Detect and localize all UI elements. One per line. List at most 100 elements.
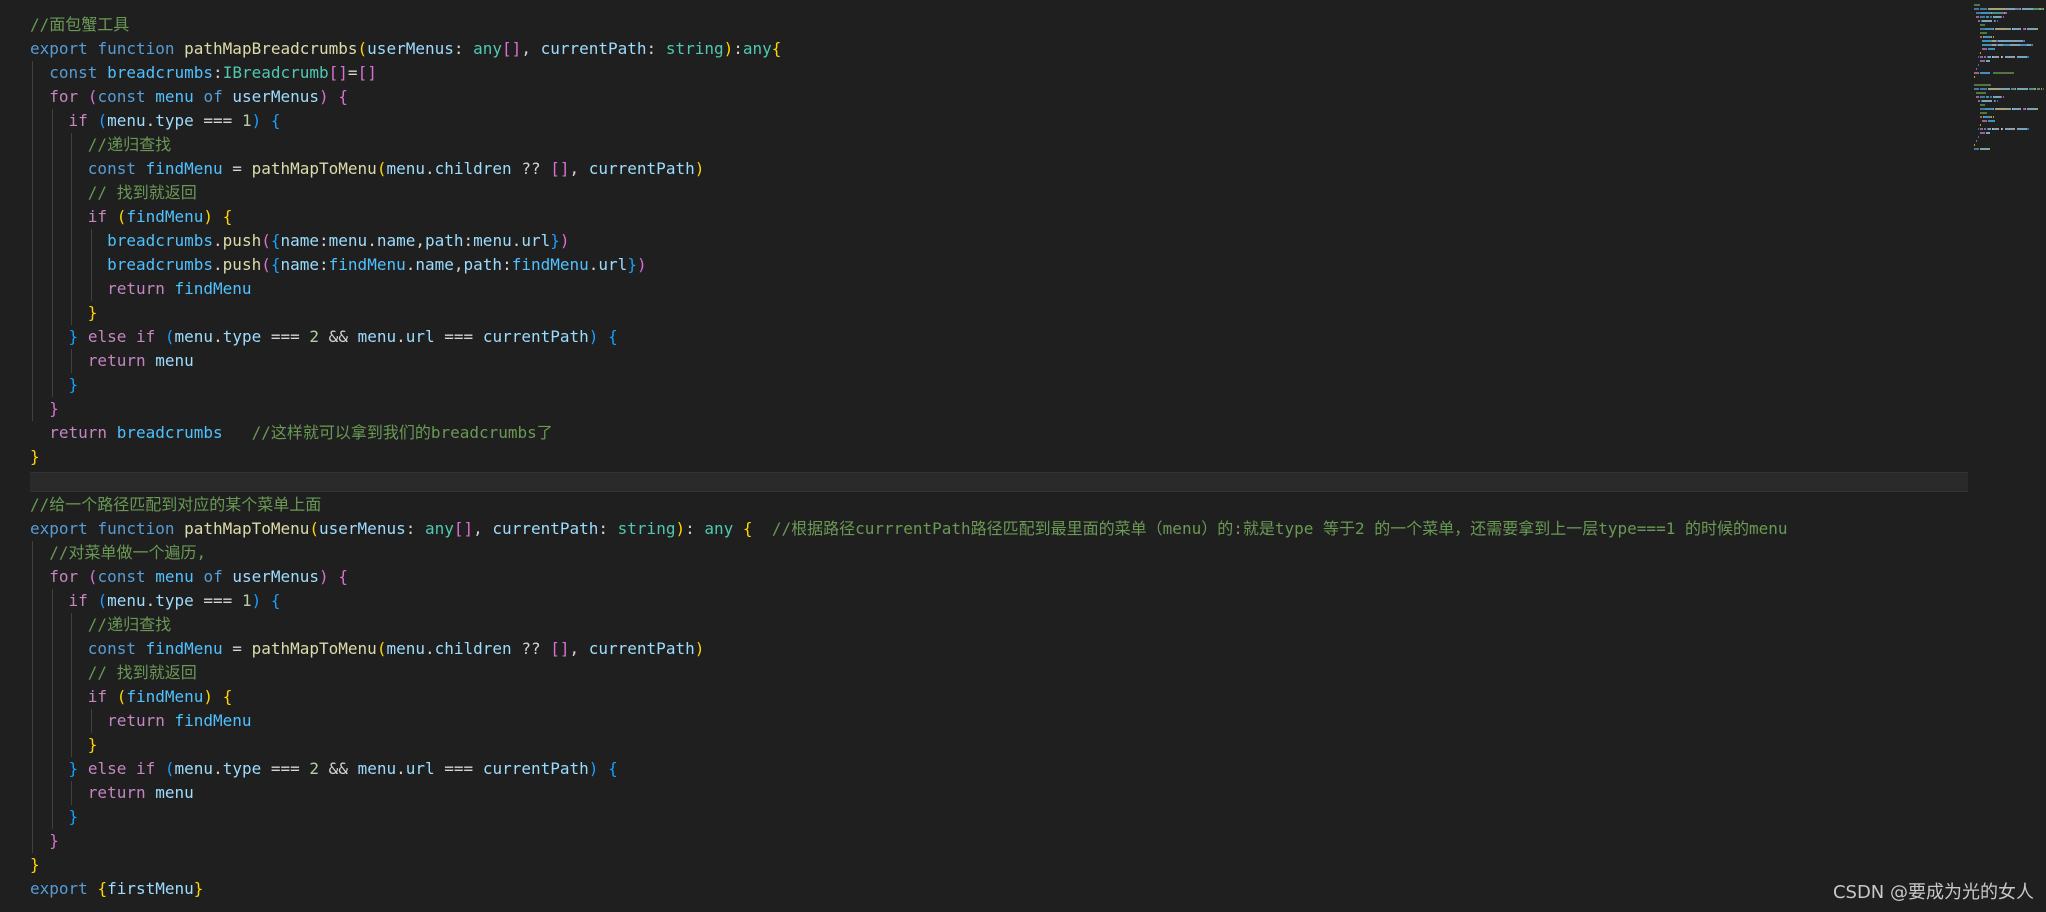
minimap-token — [1979, 56, 1984, 58]
code-token: ( — [97, 591, 108, 610]
code-token: //对菜单做一个遍历, — [49, 543, 207, 562]
code-token: url — [598, 255, 628, 274]
minimap-token — [1989, 148, 1991, 150]
code-line: if (findMenu) { — [30, 205, 233, 229]
code-token: ) — [203, 207, 214, 226]
minimap-token — [2043, 88, 2044, 90]
minimap-token — [2028, 128, 2030, 130]
code-token: { — [338, 87, 348, 106]
code-token: if — [135, 759, 156, 778]
minimap-token — [1986, 60, 1990, 62]
code-token: menu — [386, 639, 425, 658]
code-token: . — [145, 111, 156, 130]
minimap-token — [2026, 56, 2028, 58]
code-line: } else if (menu.type === 2 && menu.url =… — [30, 325, 618, 349]
minimap-token — [1992, 36, 1994, 38]
minimap-token — [2019, 108, 2022, 110]
code-token: : — [646, 39, 666, 58]
code-token: pathMapToMenu — [184, 519, 310, 538]
code-token: === — [193, 111, 242, 130]
code-token: type — [155, 111, 194, 130]
code-token: menu — [473, 231, 512, 250]
minimap-token — [1993, 96, 2002, 98]
code-editor[interactable]: //面包蟹工具 export function pathMapBreadcrumb… — [0, 0, 1968, 912]
code-token: userMenus — [232, 567, 320, 586]
code-line: //给一个路径匹配到对应的某个菜单上面 — [30, 493, 321, 517]
code-line: breadcrumbs.push({name:menu.name,path:me… — [30, 229, 570, 253]
code-line: const findMenu = pathMapToMenu(menu.chil… — [30, 637, 705, 661]
minimap-token — [2015, 88, 2017, 90]
minimap-token — [2026, 108, 2037, 110]
code-token: if — [68, 111, 88, 130]
minimap-token — [1980, 24, 1986, 26]
section-separator — [30, 472, 1968, 492]
code-token: menu — [107, 591, 146, 610]
minimap-token — [1989, 100, 1993, 102]
code-token: string — [617, 519, 676, 538]
minimap-token — [1974, 144, 1975, 146]
code-token: name — [376, 231, 416, 250]
code-line: if (menu.type === 1) { — [30, 589, 281, 613]
minimap-token — [2025, 108, 2026, 110]
code-token: 2 — [309, 327, 320, 346]
code-token: breadcrumbs — [107, 63, 214, 82]
minimap-token — [1976, 68, 1977, 70]
code-token: findMenu — [145, 159, 223, 178]
minimap-token — [1976, 92, 1986, 94]
code-line: for (const menu of userMenus) { — [30, 85, 348, 109]
minimap-token — [2031, 8, 2033, 10]
code-token: && — [319, 759, 358, 778]
code-line: return findMenu — [30, 709, 252, 733]
code-token: ) — [203, 687, 214, 706]
minimap-token — [1992, 12, 2003, 14]
code-token: //给一个路径匹配到对应的某个菜单上面 — [30, 495, 322, 514]
code-token: . — [213, 759, 223, 778]
code-token: findMenu — [511, 255, 589, 274]
minimap-token — [2021, 8, 2032, 10]
code-token: ) — [588, 327, 599, 346]
code-token: ( — [164, 759, 175, 778]
code-token: menu — [155, 87, 194, 106]
code-token: , — [473, 519, 493, 538]
minimap-token — [1988, 88, 2001, 90]
code-token: export — [30, 879, 88, 898]
minimap[interactable] — [1968, 0, 2046, 912]
code-token: url — [405, 327, 435, 346]
code-line: } — [30, 829, 59, 853]
minimap-token — [1993, 16, 2002, 18]
code-token: : — [453, 39, 474, 58]
minimap-token — [1995, 108, 2007, 110]
code-line: } — [30, 397, 59, 421]
minimap-token — [1974, 8, 1980, 10]
code-token: for — [49, 87, 79, 106]
minimap-token — [2031, 44, 2033, 46]
code-line: } — [30, 301, 98, 325]
code-token: breadcrumbs — [116, 423, 223, 442]
minimap-token — [2005, 8, 2014, 10]
code-token: const — [97, 87, 146, 106]
code-line: } — [30, 805, 79, 829]
code-token: [] — [502, 39, 522, 58]
code-token: type — [222, 759, 262, 778]
code-token: ) — [319, 567, 329, 586]
code-token: ( — [376, 159, 387, 178]
code-token: { — [270, 591, 281, 610]
code-token: type — [222, 327, 262, 346]
code-line: return findMenu — [30, 277, 252, 301]
code-token: : — [319, 231, 329, 250]
code-token: : — [733, 39, 743, 58]
minimap-token — [1984, 56, 1987, 58]
code-token: ) — [559, 231, 570, 250]
code-token: push — [222, 231, 262, 250]
code-token: menu — [357, 759, 397, 778]
code-token: currentPath — [588, 639, 695, 658]
code-token: currentPath — [588, 159, 695, 178]
